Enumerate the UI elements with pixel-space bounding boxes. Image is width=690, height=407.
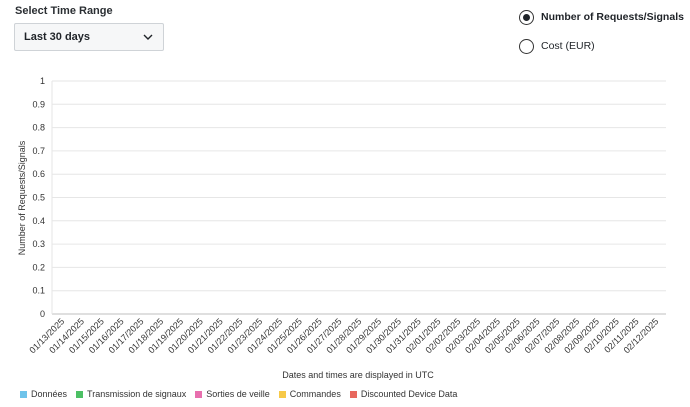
legend-item[interactable]: Discounted Device Data: [349, 389, 458, 399]
legend-swatch: [20, 390, 27, 398]
y-tick-label: 1: [40, 76, 45, 86]
chart-legend: Données Transmission de signaux Sorties de…: [20, 389, 466, 399]
y-tick-label: 0.6: [32, 169, 45, 179]
x-axis-label: Dates and times are displayed in UTC: [282, 370, 434, 380]
y-tick-label: 0.3: [32, 239, 45, 249]
usage-chart: 0 0.1 0.2 0.3 0.4 0.5 0.6 0.7 0.8 0.9 1 01/13/2025…: [17, 76, 666, 380]
y-tick-label: 0.4: [32, 216, 45, 226]
y-tick-label: 0.5: [32, 193, 45, 203]
legend-label: Commandes: [289, 389, 341, 399]
y-tick-label: 0.2: [32, 262, 45, 272]
legend-swatch: [278, 390, 286, 398]
legend-item[interactable]: Commandes: [278, 389, 341, 399]
legend-label: Données: [31, 389, 68, 399]
chart-grid: [51, 80, 666, 315]
y-tick-label: 0.9: [32, 99, 45, 109]
legend-item[interactable]: Transmission de signaux: [76, 389, 186, 399]
legend-label: Transmission de signaux: [87, 389, 187, 399]
y-tick-label: 0.8: [32, 123, 45, 133]
y-axis-ticks: 0 0.1 0.2 0.3 0.4 0.5 0.6 0.7 0.8 0.9 1: [32, 76, 45, 319]
legend-swatch: [349, 390, 357, 398]
y-axis-label: Number of Requests/Signals: [17, 140, 27, 255]
legend-label: Sorties de veille: [206, 389, 270, 399]
legend-swatch: [195, 390, 203, 398]
y-tick-label: 0.1: [32, 286, 45, 296]
x-axis-ticks: 01/13/202501/14/202501/15/202501/16/2025…: [27, 316, 660, 355]
legend-item[interactable]: Sorties de veille: [195, 389, 270, 399]
y-tick-label: 0.7: [32, 146, 45, 156]
legend-label: Discounted Device Data: [360, 389, 458, 399]
legend-swatch: [76, 390, 84, 398]
y-tick-label: 0: [40, 309, 45, 319]
legend-item[interactable]: Données: [20, 389, 67, 399]
